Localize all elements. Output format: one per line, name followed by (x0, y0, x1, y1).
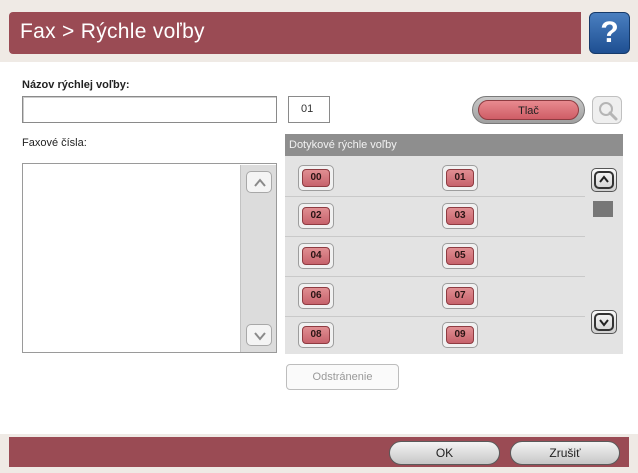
search-button[interactable] (592, 96, 622, 124)
chevron-down-icon (594, 313, 614, 331)
speed-dial-label: 08 (302, 326, 330, 344)
speed-dial-08[interactable]: 08 (298, 322, 334, 348)
speed-dial-number-input[interactable]: 01 (288, 96, 330, 123)
speed-dial-scroll-down-button[interactable] (591, 310, 617, 334)
print-button-label: Tlač (478, 100, 579, 120)
remove-button[interactable]: Odstránenie (286, 364, 399, 390)
fax-scroll-up-button[interactable] (246, 171, 272, 193)
print-button[interactable]: Tlač (472, 96, 585, 124)
speed-dial-label: 07 (446, 287, 474, 305)
chevron-down-icon (254, 332, 266, 341)
help-button[interactable]: ? (589, 12, 630, 54)
speed-dial-01[interactable]: 01 (442, 165, 478, 191)
speed-dial-05[interactable]: 05 (442, 243, 478, 269)
chevron-up-icon (594, 171, 614, 189)
fax-list-scrollbar[interactable] (240, 165, 276, 352)
speed-dial-04[interactable]: 04 (298, 243, 334, 269)
speed-dial-09[interactable]: 09 (442, 322, 478, 348)
speed-dial-03[interactable]: 03 (442, 203, 478, 229)
speed-dial-label: 04 (302, 247, 330, 265)
cancel-button[interactable]: Zrušiť (510, 441, 620, 465)
speed-dial-scrollbar[interactable] (586, 158, 622, 352)
speed-dial-label: 00 (302, 169, 330, 187)
speed-dial-label: 05 (446, 247, 474, 265)
speed-dial-07[interactable]: 07 (442, 283, 478, 309)
speed-dial-label: 03 (446, 207, 474, 225)
magnifier-icon (599, 102, 618, 121)
fax-numbers-label: Faxové čísla: (22, 137, 87, 149)
ok-button[interactable]: OK (389, 441, 500, 465)
speed-dial-06[interactable]: 06 (298, 283, 334, 309)
chevron-up-icon (254, 178, 266, 187)
speed-dial-02[interactable]: 02 (298, 203, 334, 229)
speed-dial-name-label: Názov rýchlej voľby: (22, 79, 130, 91)
speed-dial-label: 02 (302, 207, 330, 225)
speed-dial-scroll-up-button[interactable] (591, 168, 617, 192)
page-title: Fax > Rýchle voľby (20, 20, 205, 43)
speed-dial-label: 09 (446, 326, 474, 344)
fax-numbers-list[interactable] (22, 163, 277, 353)
speed-dial-label: 01 (446, 169, 474, 187)
speed-dial-label: 06 (302, 287, 330, 305)
speed-dial-00[interactable]: 00 (298, 165, 334, 191)
speed-dial-scroll-thumb[interactable] (593, 201, 613, 217)
speed-dial-panel-header: Dotykové rýchle voľby (285, 134, 623, 156)
fax-scroll-down-button[interactable] (246, 324, 272, 346)
question-mark-icon: ? (600, 16, 619, 49)
speed-dial-name-input[interactable] (22, 96, 277, 123)
